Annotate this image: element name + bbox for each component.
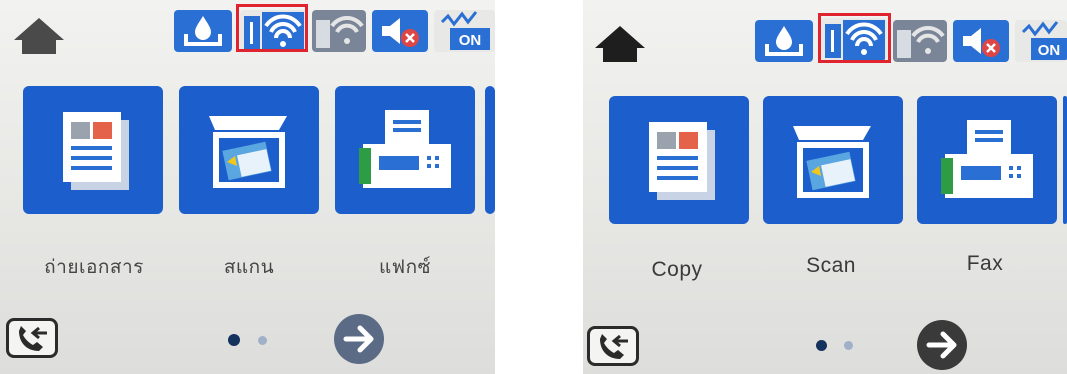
power-saving-icon[interactable]: ON: [434, 10, 495, 52]
scan-label: Scan: [806, 254, 856, 277]
svg-text:ON: ON: [459, 32, 482, 49]
power-saving-icon[interactable]: ON: [1015, 20, 1067, 62]
fax-label: Fax: [966, 252, 1004, 275]
copy-icon: [649, 122, 715, 200]
next-tile-partial[interactable]: [485, 86, 495, 214]
next-page-button[interactable]: [917, 320, 967, 370]
copy-label: Copy: [651, 258, 703, 281]
fax-log-icon: [600, 334, 628, 359]
wifi-direct-icon[interactable]: [312, 10, 366, 52]
wifi-highlight-box: [818, 13, 891, 63]
svg-text:ON: ON: [1038, 42, 1061, 59]
scan-tile[interactable]: [179, 86, 319, 214]
next-page-button[interactable]: [334, 314, 384, 364]
fax-tile[interactable]: [335, 86, 475, 214]
fax-log-icon: [19, 326, 47, 351]
wifi-direct-icon[interactable]: [893, 20, 947, 62]
quiet-mode-icon[interactable]: [372, 10, 428, 52]
arrow-right-icon: [343, 325, 374, 353]
scan-icon: [793, 126, 871, 198]
fax-log-button[interactable]: [6, 318, 58, 358]
page-dot-1: [816, 340, 827, 351]
page-dot-1: [228, 334, 240, 346]
scan-icon: [209, 116, 287, 188]
quiet-mode-icon[interactable]: [953, 20, 1009, 62]
copy-label: ถ่ายเอกสาร: [44, 256, 144, 278]
next-tile-partial[interactable]: [1063, 96, 1067, 224]
page-dot-2: [258, 336, 267, 345]
printer-screen-thai: ON ถ่ายเอกสาร สแกน แฟกซ์: [0, 0, 495, 374]
fax-label: แฟกซ์: [378, 256, 432, 278]
fax-tile[interactable]: [917, 96, 1057, 224]
wifi-highlight-box: [236, 4, 308, 52]
fax-icon: [941, 120, 1033, 198]
home-icon[interactable]: [10, 14, 68, 58]
scan-label: สแกน: [223, 256, 275, 278]
scan-tile[interactable]: [763, 96, 903, 224]
ink-icon[interactable]: [755, 20, 813, 62]
arrow-right-icon: [926, 331, 957, 359]
home-icon[interactable]: [591, 22, 649, 66]
copy-tile[interactable]: [23, 86, 163, 214]
fax-icon: [359, 110, 451, 188]
fax-log-button[interactable]: [587, 326, 639, 366]
copy-icon: [63, 112, 129, 190]
page-dot-2: [844, 341, 853, 350]
copy-tile[interactable]: [609, 96, 749, 224]
printer-screen-english: ON Copy Scan Fax: [583, 0, 1067, 374]
ink-icon[interactable]: [174, 10, 232, 52]
